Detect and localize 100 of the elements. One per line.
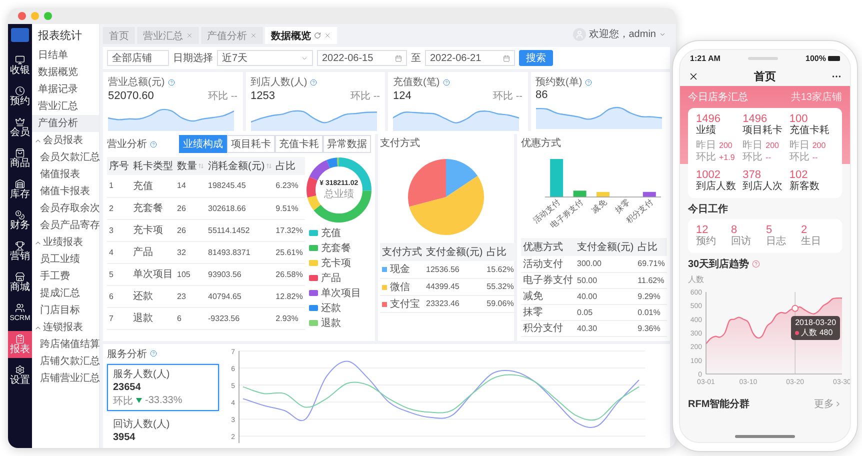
table-cell: 1	[107, 175, 131, 198]
ratio-value: +1.9	[719, 152, 735, 164]
menu-item[interactable]: 店铺欠款汇总	[32, 353, 99, 370]
avatar-icon[interactable]	[572, 28, 586, 40]
stat-title: 营业总额(元)	[108, 76, 165, 89]
metric-title: 服务人数(人)	[113, 368, 171, 380]
menu-item[interactable]: 会员产品寄存	[32, 217, 99, 234]
hover-point	[792, 304, 799, 312]
column-header: 数量	[175, 157, 206, 175]
table-cell: 12.82%	[274, 285, 305, 308]
user-greeting[interactable]: 欢迎您，admin	[588, 27, 656, 41]
start-date-field[interactable]: 2022-06-15	[317, 50, 407, 66]
ratio-label: 环比	[696, 152, 716, 164]
table-cell: 6	[107, 285, 131, 308]
menu-group[interactable]: 会员报表	[32, 132, 99, 149]
table-cell: 23	[175, 285, 206, 308]
close-icon	[324, 32, 331, 39]
work-label: 生日	[801, 236, 822, 248]
range-select[interactable]: 近7天	[217, 50, 313, 66]
table-cell: 23323.46	[424, 295, 485, 312]
table-cell: 69.71%	[636, 256, 667, 272]
table-cell: -9323.56	[206, 307, 274, 330]
nav-item[interactable]: 设置	[8, 362, 32, 389]
menu-group[interactable]: 连锁报表	[32, 319, 99, 336]
table-cell: 活动支付	[521, 256, 575, 272]
logo-icon	[11, 28, 29, 42]
chart-tooltip: 2018-03-20 人数 480	[791, 316, 840, 340]
menu-item[interactable]: 店铺营业汇总	[32, 370, 99, 387]
mode-tab[interactable]: 异常数据	[323, 135, 371, 153]
menu-item[interactable]: 储值卡报表	[32, 183, 99, 200]
nav-item[interactable]: 报表	[8, 331, 32, 358]
coins-icon	[15, 210, 25, 220]
menu-item[interactable]: 跨店储值结算	[32, 336, 99, 353]
caret-icon	[301, 54, 308, 62]
help-icon	[310, 78, 318, 86]
metric-value: 102	[789, 169, 808, 181]
metric-card[interactable]: 回访人数(人) 3954	[107, 414, 219, 446]
nav-item[interactable]: 营销	[8, 238, 32, 265]
yesterday-label: 昨日	[696, 140, 716, 152]
menu-item[interactable]: 营业汇总	[32, 98, 99, 115]
metric-label: 项目耗卡	[742, 125, 784, 137]
metric-value: 1496	[742, 113, 768, 125]
nav-item[interactable]: 收银	[8, 52, 32, 79]
legend-label: 单次项目	[320, 286, 361, 300]
nav-item[interactable]: 财务	[8, 207, 32, 234]
menu-group[interactable]: 业绩报表	[32, 234, 99, 251]
yesterday-value: 200	[766, 140, 780, 152]
maximize-dot[interactable]	[44, 12, 52, 20]
menu-item[interactable]: 提成汇总	[32, 285, 99, 302]
stat-title: 预约数(单)	[536, 76, 582, 89]
warehouse-icon	[15, 179, 25, 189]
table-cell: 2	[107, 197, 131, 220]
menu-item[interactable]: 日结单	[32, 47, 99, 64]
date-label: 日期选择	[173, 52, 213, 65]
table-cell: 26	[175, 219, 206, 242]
metric-value: 3954	[113, 432, 136, 442]
mode-tab[interactable]: 项目耗卡	[227, 135, 275, 153]
battery-level: 100%	[806, 54, 826, 62]
table-cell: 14	[175, 175, 206, 198]
sort-icon	[198, 163, 204, 170]
end-date-field[interactable]: 2022-06-21	[425, 50, 515, 66]
column-header: 支付方式	[380, 243, 424, 261]
nav-item[interactable]: 库存	[8, 176, 32, 203]
menu-item[interactable]: 手工费	[32, 268, 99, 285]
stat-compare: 环比 --	[493, 90, 522, 103]
table-cell: 81493.8371	[206, 241, 274, 264]
nav-item[interactable]: 商城	[8, 269, 32, 296]
menu-item[interactable]: 会员存取余次	[32, 200, 99, 217]
help-icon	[168, 78, 175, 86]
nav-item[interactable]: 会员	[8, 114, 32, 141]
nav-item[interactable]: 预约	[8, 83, 32, 110]
yesterday-label: 昨日	[742, 140, 763, 152]
metric-card[interactable]: 服务人数(人) 23654 环比 -33.33%	[107, 364, 219, 410]
tab[interactable]: 数据概览	[265, 27, 337, 44]
panel-title: 支付方式	[380, 136, 420, 150]
table-cell: 55114.1452	[206, 219, 274, 242]
minimize-dot[interactable]	[31, 12, 39, 20]
menu-item[interactable]: 数据概览	[32, 64, 99, 81]
table-cell: 17.32%	[274, 219, 305, 242]
table-cell: 7	[107, 307, 131, 330]
refresh-icon	[314, 32, 321, 39]
table-cell: 抹零	[521, 304, 575, 320]
column-header: 占比	[636, 238, 667, 256]
table-cell: 退款	[131, 307, 175, 330]
menu-item[interactable]: 员工业绩	[32, 251, 99, 268]
metric-label: 到店人数	[696, 181, 737, 193]
clipboard-icon	[15, 334, 25, 344]
banner-title: 今日店务汇总	[688, 90, 748, 104]
menu-item[interactable]: 会员欠款汇总	[32, 149, 99, 166]
mode-tab[interactable]: 充值卡耗	[275, 135, 323, 153]
work-label: 回访	[731, 236, 752, 248]
close-dot[interactable]	[18, 12, 26, 20]
store-field[interactable]: 全部店铺	[107, 50, 169, 66]
metric-label: 新客数	[789, 181, 820, 193]
menu-item[interactable]: 单据记录	[32, 81, 99, 98]
table-cell: 9.51%	[274, 197, 305, 220]
menu-item[interactable]: 产值分析	[32, 115, 99, 132]
menu-item[interactable]: 储值报表	[32, 166, 99, 183]
menu-item[interactable]: 门店目标	[32, 302, 99, 319]
nav-item[interactable]: 商品	[8, 145, 32, 172]
